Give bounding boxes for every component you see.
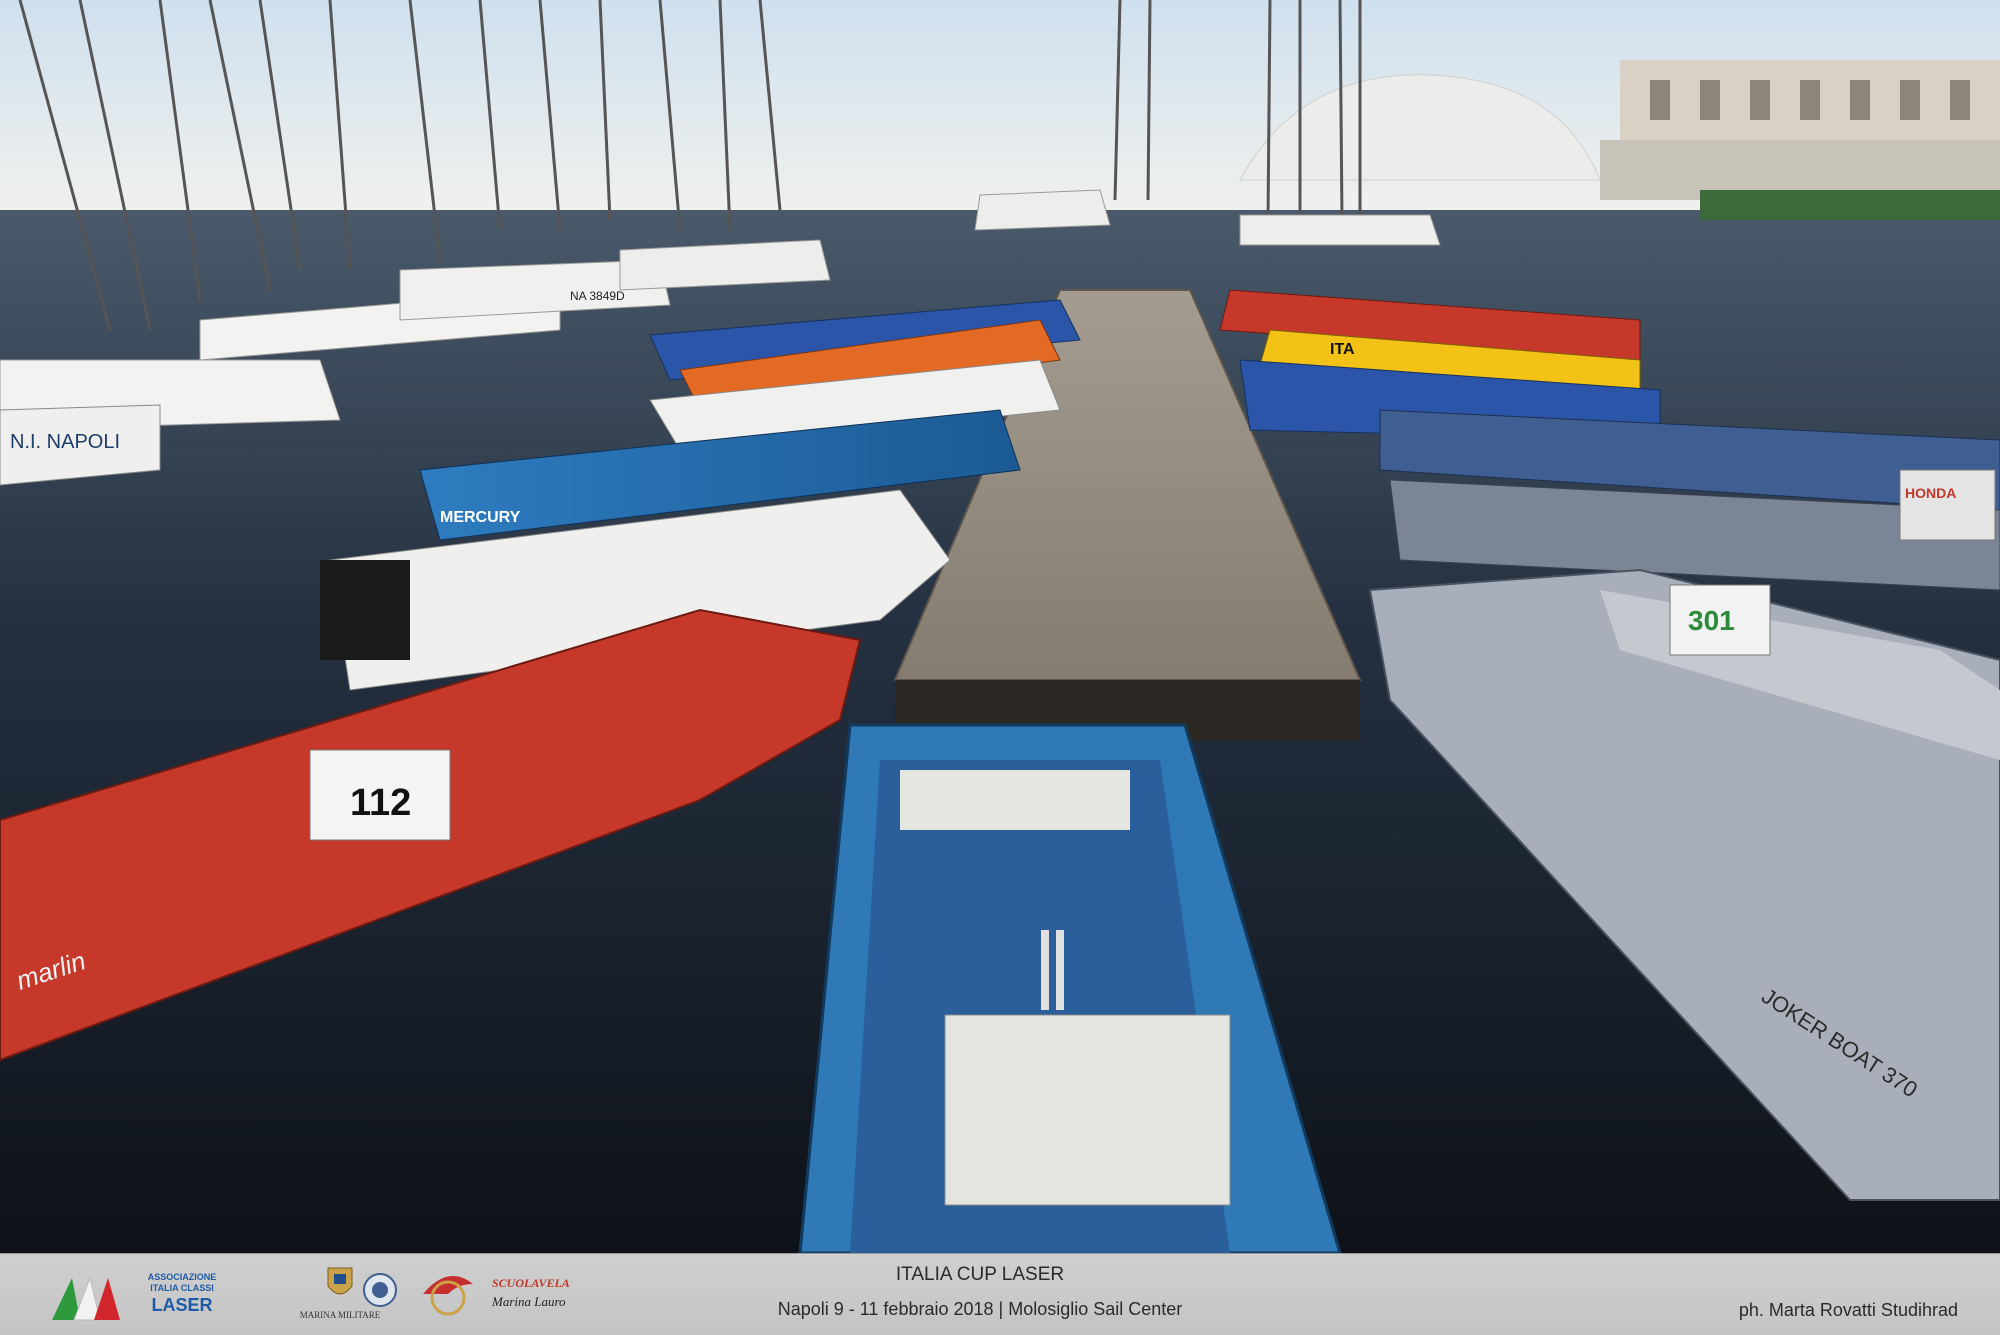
marina-photo: N.I. NAPOLI NA 3849D MERCURY 112 marlin (0, 0, 2000, 1253)
napoli-hull-label: N.I. NAPOLI (10, 431, 120, 453)
crest-icon (327, 1267, 353, 1295)
registration-label: NA 3849D (570, 289, 625, 303)
scuola-vela-subtext: Marina Lauro (492, 1294, 566, 1309)
laser-sail-flag-icon (52, 1276, 120, 1321)
laser-logo-line2: ITALIA CLASSI (150, 1283, 214, 1293)
photo-credit: ph. Marta Rovatti Studihrad (1738, 1300, 1958, 1320)
event-title: ITALIA CUP LASER (895, 1264, 1065, 1285)
scuola-vela-logo: SCUOLAVELA Marina Lauro (492, 1264, 592, 1324)
photo-frame: N.I. NAPOLI NA 3849D MERCURY 112 marlin (0, 0, 2000, 1335)
honda-label: HONDA (1905, 485, 1956, 501)
event-subtitle: Napoli 9 - 11 febbraio 2018 | Molosiglio… (777, 1299, 1183, 1319)
harbor-building (1600, 60, 2000, 220)
laser-logo-line1: ASSOCIAZIONE (147, 1272, 217, 1282)
boat-301-number: 301 (1688, 605, 1735, 636)
laser-logo-line3: LASER (151, 1295, 213, 1315)
mercury-label: MERCURY (440, 509, 521, 526)
event-info: ITALIA CUP LASER Napoli 9 - 11 febbraio … (700, 1262, 1260, 1322)
anniversary-logo-icon (423, 1276, 473, 1316)
laser-association-logo: ASSOCIAZIONE ITALIA CLASSI LASER (50, 1266, 220, 1324)
ita-label: ITA (1330, 341, 1355, 358)
footer-banner: ASSOCIAZIONE ITALIA CLASSI LASER MARINA … (0, 1253, 2000, 1335)
boat-112-number: 112 (350, 782, 411, 824)
outboard-motor (320, 560, 410, 660)
seal-icon (363, 1273, 397, 1307)
scuola-vela-text: SCUOLAVELA (492, 1276, 570, 1290)
